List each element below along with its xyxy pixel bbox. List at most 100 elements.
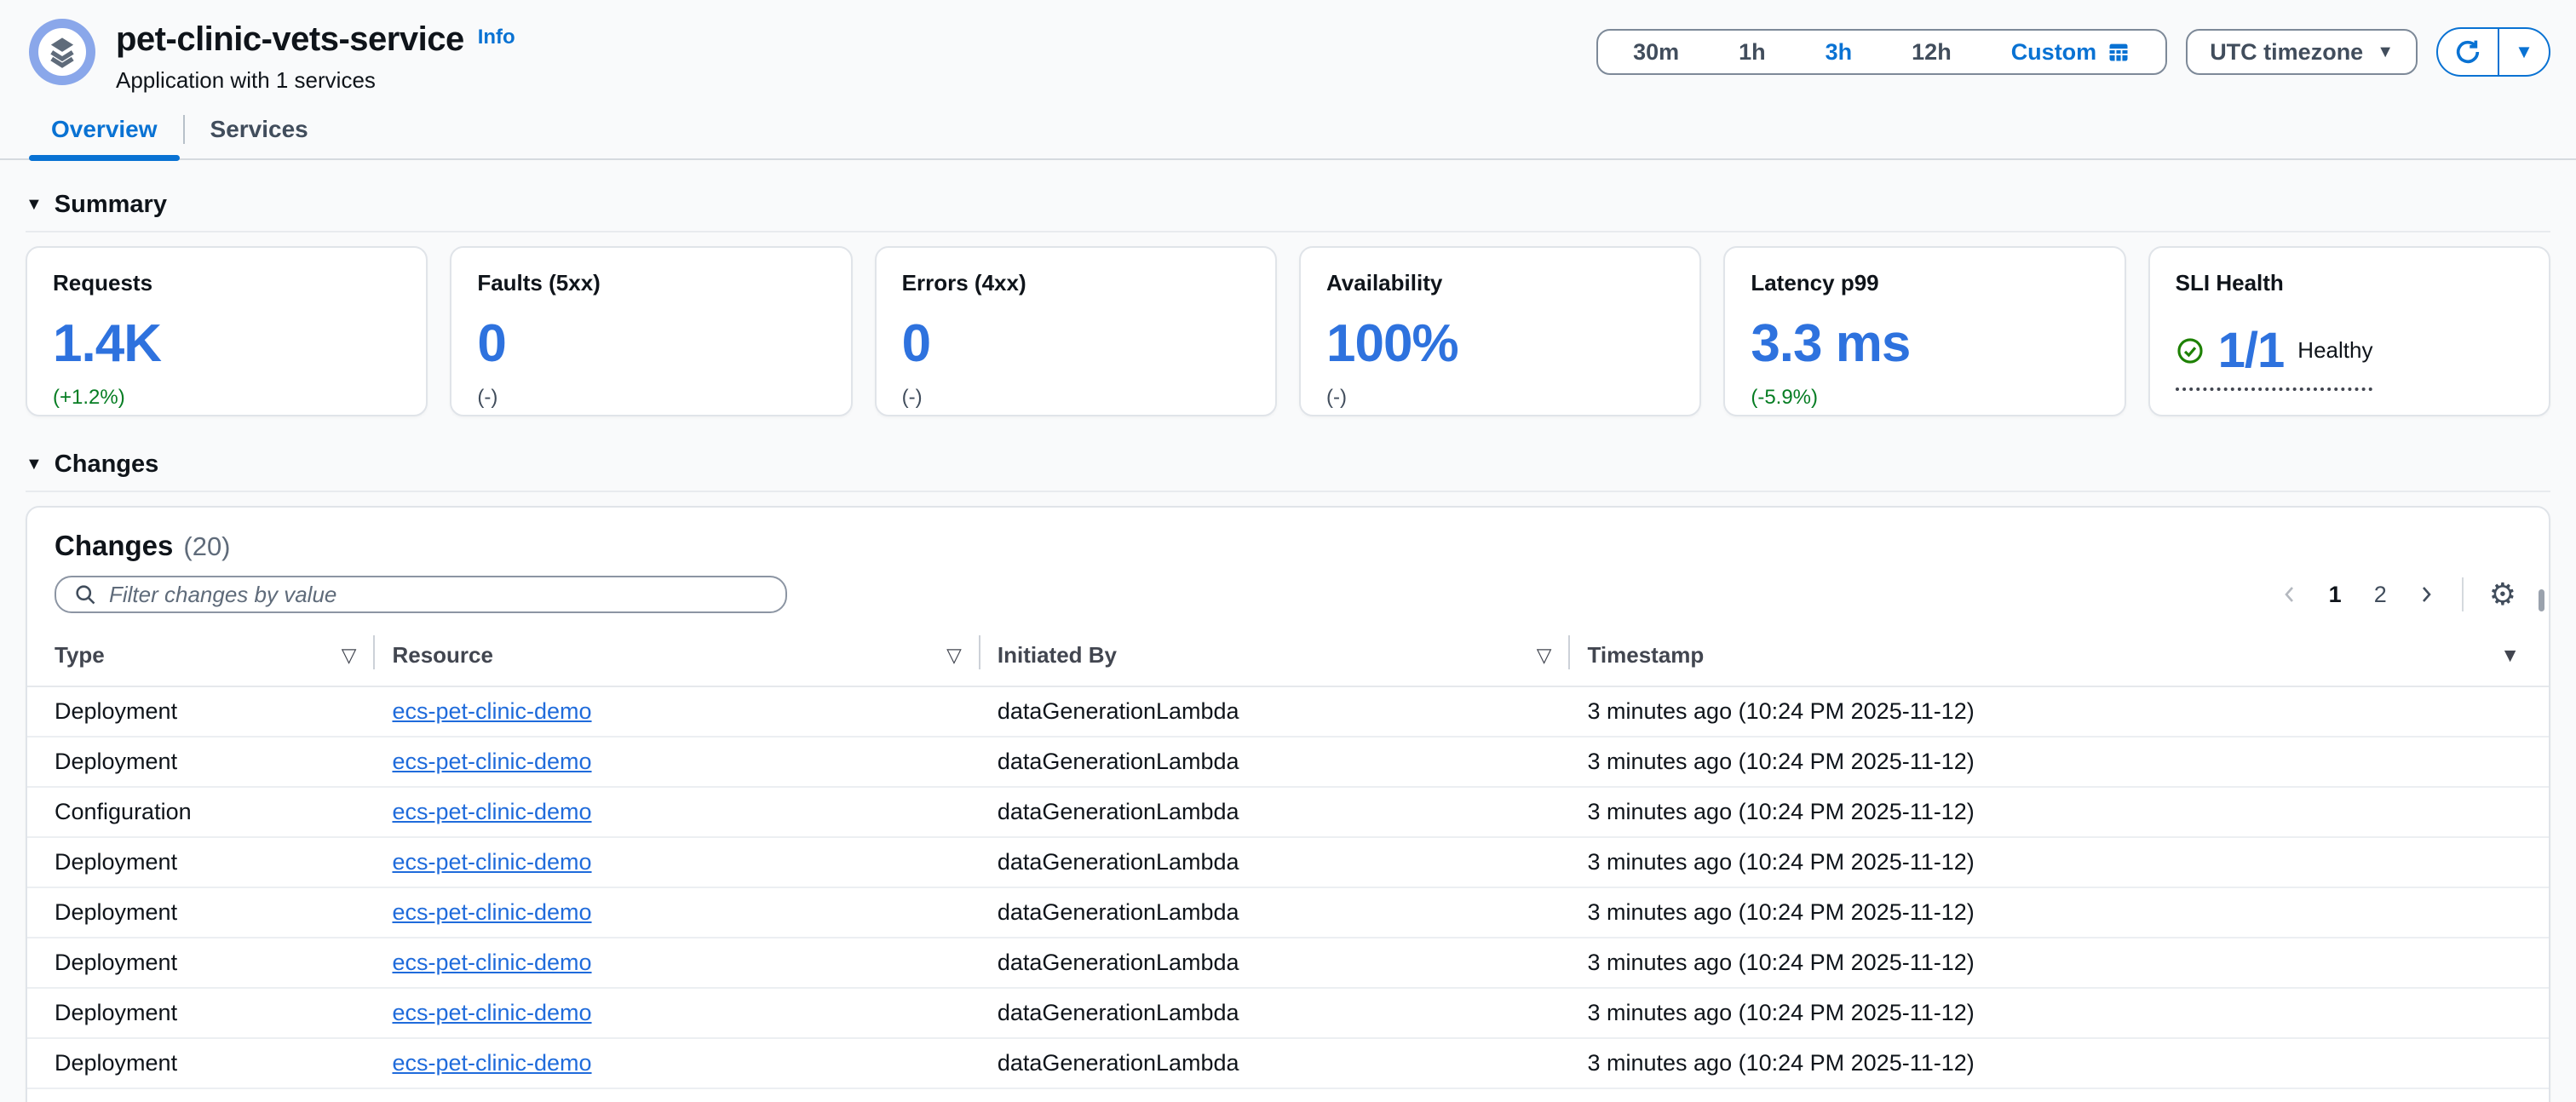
requests-card: Requests 1.4K (+1.2%) bbox=[26, 246, 428, 416]
card-title: Availability bbox=[1326, 270, 1674, 296]
timestamp-filter-icon[interactable]: ▼ bbox=[2500, 644, 2520, 667]
table-row: Deployment ecs-pet-clinic-demo dataGener… bbox=[27, 988, 2549, 1038]
refresh-icon bbox=[2453, 37, 2482, 66]
faults-value: 0 bbox=[477, 313, 825, 374]
card-title: Latency p99 bbox=[1751, 270, 2098, 296]
changes-section-toggle[interactable]: ▼ Changes bbox=[26, 451, 2550, 492]
requests-value: 1.4K bbox=[53, 313, 400, 374]
timestamp-cell: 3 minutes ago (10:24 PM 2025-11-12) bbox=[1570, 1088, 2549, 1102]
card-title: Requests bbox=[53, 270, 400, 296]
initiated-by-cell: dataGenerationLambda bbox=[980, 988, 1571, 1038]
column-label: Type bbox=[55, 642, 105, 668]
time-range-control: 30m 1h 3h 12h Custom bbox=[1596, 29, 2167, 75]
search-icon bbox=[73, 583, 97, 606]
page-header: pet-clinic-vets-service Info Application… bbox=[0, 0, 2576, 94]
info-link[interactable]: Info bbox=[478, 26, 515, 49]
type-cell: Deployment bbox=[27, 988, 375, 1038]
resource-filter-icon[interactable]: ▽ bbox=[946, 644, 962, 667]
timestamp-cell: 3 minutes ago (10:24 PM 2025-11-12) bbox=[1570, 737, 2549, 787]
card-title: Errors (4xx) bbox=[902, 270, 1250, 296]
page-subtitle: Application with 1 services bbox=[116, 67, 515, 94]
type-cell: Deployment bbox=[27, 1038, 375, 1088]
tab-overview[interactable]: Overview bbox=[29, 106, 180, 160]
resource-link[interactable]: ecs-pet-clinic-demo bbox=[392, 849, 591, 875]
resource-link[interactable]: ecs-pet-clinic-demo bbox=[392, 698, 591, 724]
time-range-3h[interactable]: 3h bbox=[1796, 39, 1883, 66]
table-toolbar-right: 1 2 ⚙ bbox=[2280, 577, 2521, 611]
changes-panel: Changes (20) 1 bbox=[26, 506, 2550, 1102]
tab-services[interactable]: Services bbox=[188, 106, 331, 160]
chevron-down-icon: ▼ bbox=[2377, 43, 2394, 62]
summary-cards: Requests 1.4K (+1.2%) Faults (5xx) 0 (-)… bbox=[26, 246, 2550, 416]
table-row: Deployment ecs-pet-clinic-demo dataGener… bbox=[27, 1038, 2549, 1088]
requests-trend: (+1.2%) bbox=[53, 386, 400, 410]
latency-trend: (-5.9%) bbox=[1751, 386, 2098, 410]
column-header-timestamp: Timestamp ▼ bbox=[1570, 630, 2549, 686]
changes-count-badge: (20) bbox=[183, 531, 230, 562]
changes-section-title: Changes bbox=[55, 451, 158, 479]
initiated-by-cell: dataGenerationLambda bbox=[980, 1088, 1571, 1102]
page-title: pet-clinic-vets-service bbox=[116, 20, 464, 59]
changes-panel-title: Changes bbox=[55, 530, 173, 562]
caret-down-icon: ▼ bbox=[26, 195, 43, 215]
initiated-by-filter-icon[interactable]: ▽ bbox=[1537, 644, 1552, 667]
summary-section-title: Summary bbox=[55, 191, 167, 219]
initiated-by-cell: dataGenerationLambda bbox=[980, 737, 1571, 787]
table-header-row: Type ▽ Resource ▽ Initiated By ▽ Timesta… bbox=[27, 630, 2549, 686]
summary-section-toggle[interactable]: ▼ Summary bbox=[26, 191, 2550, 232]
resource-link[interactable]: ecs-pet-clinic-demo bbox=[392, 749, 591, 774]
layers-icon bbox=[44, 34, 80, 70]
resource-link[interactable]: ecs-pet-clinic-demo bbox=[392, 1050, 591, 1076]
timezone-label: UTC timezone bbox=[2210, 39, 2363, 66]
time-range-30m[interactable]: 30m bbox=[1603, 39, 1709, 66]
faults-card: Faults (5xx) 0 (-) bbox=[450, 246, 852, 416]
next-page-button[interactable] bbox=[2416, 584, 2436, 605]
chevron-down-icon: ▼ bbox=[2515, 41, 2533, 63]
timestamp-cell: 3 minutes ago (10:24 PM 2025-11-12) bbox=[1570, 787, 2549, 837]
type-cell: Configuration bbox=[27, 787, 375, 837]
time-range-custom[interactable]: Custom bbox=[1981, 39, 2161, 66]
resource-link[interactable]: ecs-pet-clinic-demo bbox=[392, 799, 591, 824]
availability-trend: (-) bbox=[1326, 386, 1674, 410]
page-2-button[interactable]: 2 bbox=[2371, 582, 2390, 608]
timestamp-cell: 3 minutes ago (10:24 PM 2025-11-12) bbox=[1570, 686, 2549, 737]
time-range-1h[interactable]: 1h bbox=[1709, 39, 1796, 66]
resource-link[interactable]: ecs-pet-clinic-demo bbox=[392, 1000, 591, 1025]
type-cell: Deployment bbox=[27, 938, 375, 988]
tab-bar: Overview Services bbox=[29, 106, 2576, 160]
page-1-button[interactable]: 1 bbox=[2326, 582, 2345, 608]
timezone-dropdown[interactable]: UTC timezone ▼ bbox=[2186, 29, 2418, 75]
resource-link[interactable]: ecs-pet-clinic-demo bbox=[392, 899, 591, 925]
latency-value: 3.3 ms bbox=[1751, 313, 2098, 374]
previous-page-button[interactable] bbox=[2280, 584, 2300, 605]
refresh-split-button: ▼ bbox=[2436, 27, 2550, 77]
timestamp-cell: 3 minutes ago (10:24 PM 2025-11-12) bbox=[1570, 887, 2549, 938]
column-label: Timestamp bbox=[1587, 642, 1704, 668]
time-range-12h[interactable]: 12h bbox=[1882, 39, 1981, 66]
resource-link[interactable]: ecs-pet-clinic-demo bbox=[392, 950, 591, 975]
sli-health-card: SLI Health 1/1 Healthy bbox=[2148, 246, 2550, 416]
table-row: Deployment ecs-pet-clinic-demo dataGener… bbox=[27, 1088, 2549, 1102]
timestamp-cell: 3 minutes ago (10:24 PM 2025-11-12) bbox=[1570, 988, 2549, 1038]
availability-card: Availability 100% (-) bbox=[1299, 246, 1701, 416]
type-cell: Deployment bbox=[27, 686, 375, 737]
timestamp-cell: 3 minutes ago (10:24 PM 2025-11-12) bbox=[1570, 1038, 2549, 1088]
filter-box bbox=[55, 576, 787, 613]
gear-icon[interactable]: ⚙ bbox=[2489, 579, 2516, 610]
refresh-options-button[interactable]: ▼ bbox=[2498, 29, 2549, 75]
type-filter-icon[interactable]: ▽ bbox=[342, 644, 357, 667]
column-header-initiated-by: Initiated By ▽ bbox=[980, 630, 1571, 686]
header-controls: 30m 1h 3h 12h Custom UTC timezone ▼ bbox=[1596, 27, 2550, 77]
application-logo bbox=[29, 19, 95, 85]
initiated-by-cell: dataGenerationLambda bbox=[980, 686, 1571, 737]
table-row: Deployment ecs-pet-clinic-demo dataGener… bbox=[27, 887, 2549, 938]
caret-down-icon: ▼ bbox=[26, 455, 43, 474]
filter-changes-input[interactable] bbox=[109, 582, 768, 608]
table-scrollbar-thumb[interactable] bbox=[2539, 589, 2544, 611]
refresh-button[interactable] bbox=[2438, 29, 2498, 75]
latency-card: Latency p99 3.3 ms (-5.9%) bbox=[1723, 246, 2125, 416]
type-cell: Deployment bbox=[27, 837, 375, 887]
sli-health-popover-trigger[interactable]: 1/1 Healthy bbox=[2176, 322, 2373, 391]
timestamp-cell: 3 minutes ago (10:24 PM 2025-11-12) bbox=[1570, 837, 2549, 887]
initiated-by-cell: dataGenerationLambda bbox=[980, 787, 1571, 837]
